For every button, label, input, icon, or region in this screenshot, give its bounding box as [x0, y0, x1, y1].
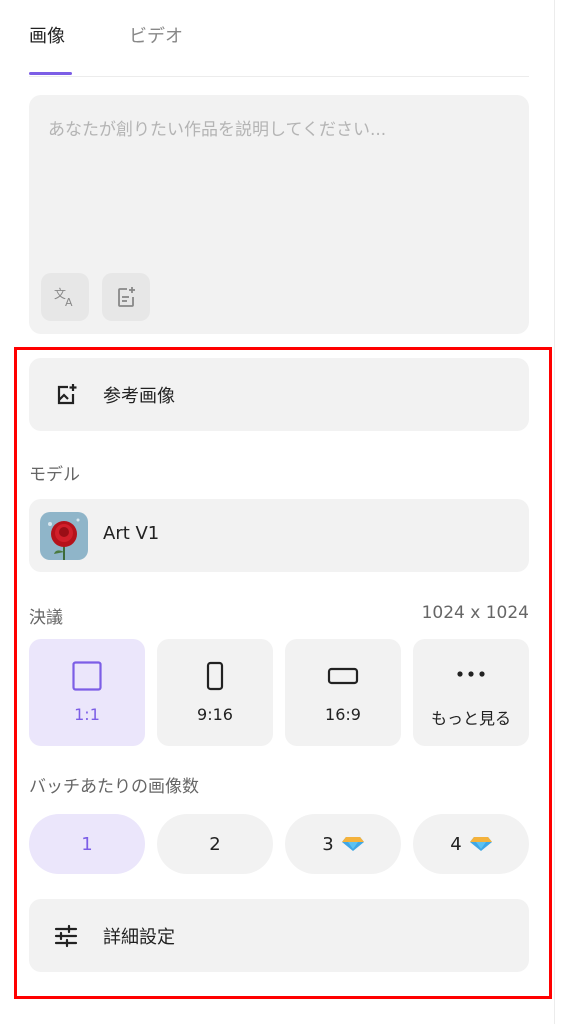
active-tab-indicator	[29, 72, 72, 75]
model-thumbnail	[40, 512, 88, 560]
premium-gem-icon	[341, 837, 364, 851]
prompt-input[interactable]: あなたが創りたい作品を説明してください... 文 A	[29, 95, 529, 334]
batch-option-2[interactable]: 2	[157, 814, 273, 874]
batch-option-label: 3	[322, 833, 334, 855]
batch-option-label: 1	[81, 833, 93, 855]
reference-image-button[interactable]: 参考画像	[29, 358, 529, 431]
batch-option-3[interactable]: 3	[285, 814, 401, 874]
batch-section-label: バッチあたりの画像数	[29, 777, 199, 797]
more-dots-icon	[457, 671, 485, 677]
landscape-icon	[327, 667, 359, 685]
prompt-template-button[interactable]	[102, 273, 150, 321]
ratio-option-9-16[interactable]: 9:16	[157, 639, 273, 746]
ratio-label: 9:16	[197, 705, 233, 724]
advanced-settings-button[interactable]: 詳細設定	[29, 899, 529, 972]
model-name: Art V1	[103, 523, 160, 544]
ratio-label: 16:9	[325, 705, 361, 724]
batch-option-4[interactable]: 4	[413, 814, 529, 874]
svg-text:A: A	[65, 296, 73, 309]
batch-option-label: 2	[209, 833, 221, 855]
resolution-value: 1024 x 1024	[421, 603, 529, 623]
ratio-option-more[interactable]: もっと見る	[413, 639, 529, 746]
tab-video[interactable]: ビデオ	[129, 22, 183, 48]
ratio-option-16-9[interactable]: 16:9	[285, 639, 401, 746]
tab-image[interactable]: 画像	[29, 22, 65, 48]
premium-gem-icon	[469, 837, 492, 851]
translate-icon: 文 A	[54, 286, 73, 309]
tab-bar: 画像 ビデオ	[29, 0, 529, 77]
batch-option-1[interactable]: 1	[29, 814, 145, 874]
batch-option-label: 4	[450, 833, 462, 855]
ratio-label: もっと見る	[430, 709, 511, 728]
model-section-label: モデル	[29, 465, 80, 485]
square-icon	[72, 661, 102, 691]
image-plus-icon	[57, 384, 77, 405]
model-selector[interactable]: Art V1	[29, 499, 529, 572]
panel-divider	[554, 0, 555, 1024]
sliders-icon	[54, 924, 78, 948]
translate-button[interactable]: 文 A	[41, 273, 89, 321]
ratio-label: 1:1	[74, 705, 100, 724]
ratio-option-1-1[interactable]: 1:1	[29, 639, 145, 746]
advanced-settings-label: 詳細設定	[103, 927, 175, 948]
prompt-placeholder: あなたが創りたい作品を説明してください...	[48, 120, 387, 140]
portrait-icon	[206, 661, 224, 691]
reference-image-label: 参考画像	[103, 386, 175, 407]
resolution-section-label: 決議	[29, 608, 63, 628]
document-sparkle-icon	[118, 287, 135, 307]
